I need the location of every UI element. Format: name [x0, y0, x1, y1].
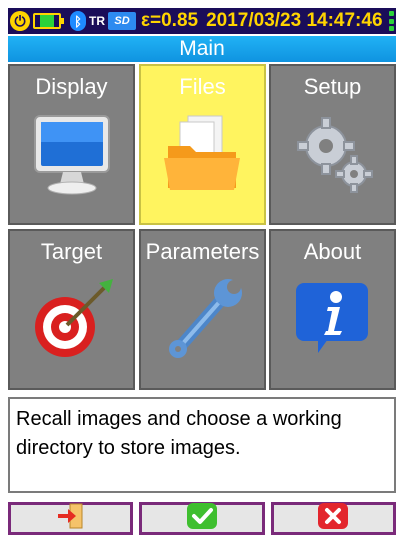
- soft-button-bar: [8, 502, 396, 535]
- bluetooth-icon: ᛒ: [70, 11, 86, 31]
- page-title: Main: [8, 36, 396, 62]
- tile-label: Files: [179, 74, 226, 99]
- battery-level-fill: [39, 15, 55, 27]
- battery-icon: [33, 13, 64, 29]
- more-indicator-icon: [389, 11, 394, 31]
- date-time: 2017/03/23 14:47:46: [206, 10, 383, 31]
- tile-label: About: [303, 239, 362, 264]
- exit-button[interactable]: [8, 502, 134, 535]
- tile-target[interactable]: Target: [8, 229, 135, 390]
- tile-display[interactable]: Display: [8, 64, 135, 225]
- menu-description: Recall images and choose a working direc…: [8, 397, 396, 493]
- gears-icon: [271, 110, 394, 222]
- folder-icon: [141, 110, 264, 222]
- device-screen: ⏻ ᛒ TR SD ε=0.85 2017/03/23 14:47:46 Mai…: [0, 0, 400, 539]
- tile-files[interactable]: Files: [139, 64, 266, 225]
- info-icon: [271, 275, 394, 387]
- tile-parameters[interactable]: Parameters: [139, 229, 266, 390]
- power-icon: ⏻: [10, 11, 30, 31]
- cancel-button[interactable]: [270, 502, 396, 535]
- cancel-x-icon: [316, 502, 350, 535]
- sd-card-icon: SD: [108, 12, 136, 30]
- tile-label: Target: [40, 239, 103, 264]
- tile-about[interactable]: About: [269, 229, 396, 390]
- wrench-icon: [141, 275, 264, 387]
- tile-label: Display: [35, 74, 108, 99]
- confirm-button[interactable]: [139, 502, 265, 535]
- dart-target-icon: [10, 275, 133, 387]
- exit-icon: [56, 502, 86, 535]
- tile-label: Parameters: [145, 239, 260, 264]
- thermometer-icon: TR: [89, 10, 105, 32]
- emissivity-value: ε=0.85: [141, 10, 199, 31]
- tile-setup[interactable]: Setup: [269, 64, 396, 225]
- confirm-check-icon: [185, 502, 219, 535]
- status-bar: ⏻ ᛒ TR SD ε=0.85 2017/03/23 14:47:46: [8, 8, 396, 34]
- tile-label: Setup: [303, 74, 362, 99]
- main-menu-grid: Display Files Setup Target Parameters Ab…: [8, 64, 396, 392]
- monitor-icon: [10, 110, 133, 222]
